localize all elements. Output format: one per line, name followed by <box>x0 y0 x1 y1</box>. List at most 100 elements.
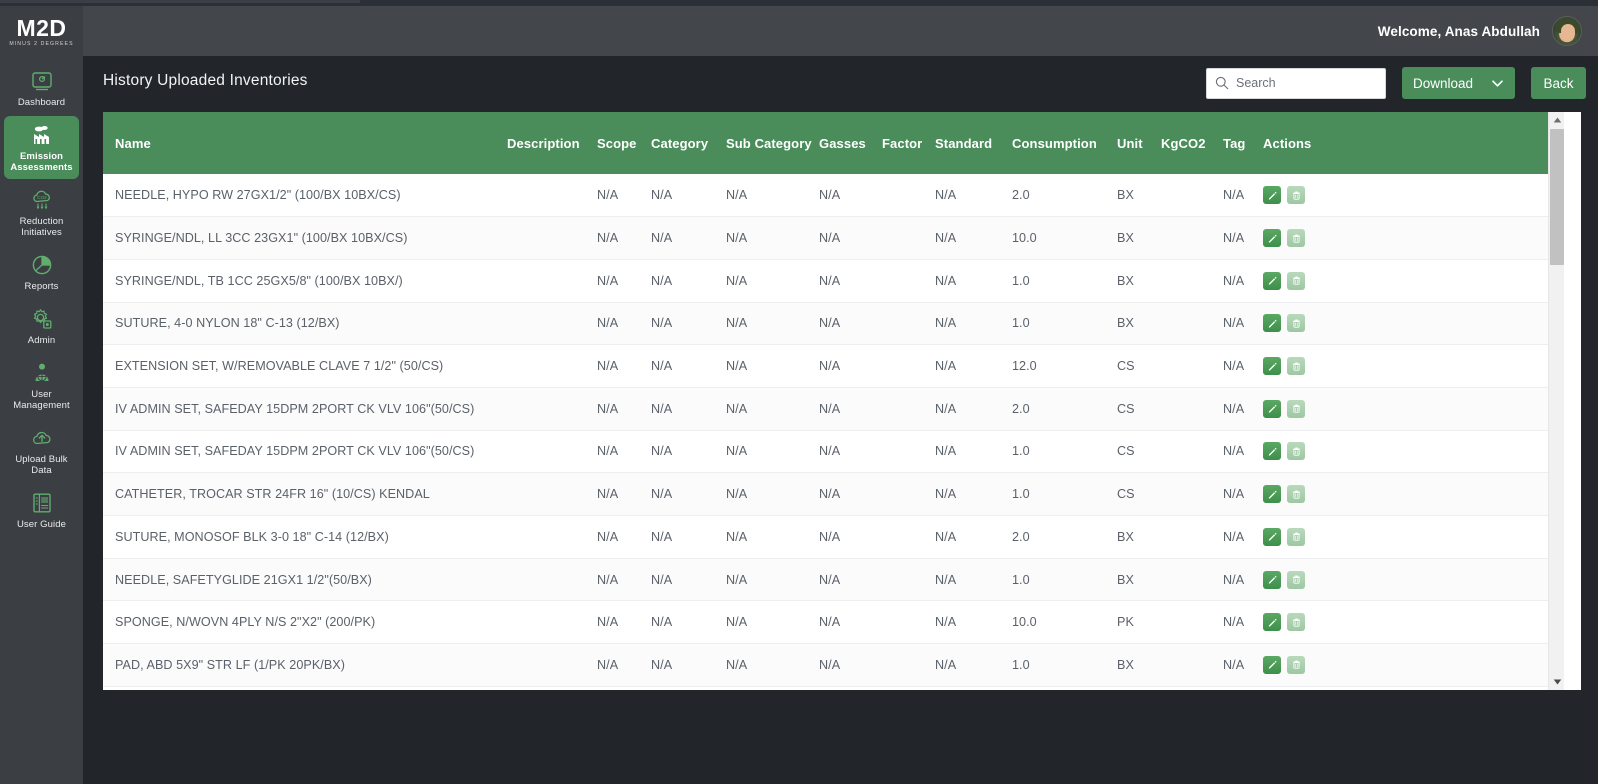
table-row[interactable]: NEEDLE, HYPO RW 27GX1/2" (100/BX 10BX/CS… <box>103 174 1548 218</box>
scrollbar-thumb[interactable] <box>1550 129 1564 265</box>
col-header-factor[interactable]: Factor <box>882 112 935 174</box>
col-header-sub-category[interactable]: Sub Category <box>726 112 819 174</box>
delete-row-button[interactable] <box>1287 655 1305 674</box>
col-header-name[interactable]: Name <box>103 112 507 174</box>
trash-icon <box>1292 618 1300 627</box>
table-row[interactable]: EXTENSION SET, W/REMOVABLE CLAVE 7 1/2" … <box>103 344 1548 388</box>
table-row[interactable]: IV ADMIN SET, SAFEDAY 15DPM 2PORT CK VLV… <box>103 430 1548 474</box>
cell-factor <box>882 174 935 218</box>
cell-kgco2 <box>1161 643 1223 687</box>
edit-row-button[interactable] <box>1263 485 1281 504</box>
cell-kgco2 <box>1161 472 1223 516</box>
cell-consumption: 2.0 <box>1012 387 1117 431</box>
edit-row-button[interactable] <box>1263 271 1281 290</box>
delete-row-button[interactable] <box>1287 570 1305 589</box>
row-action-group <box>1263 655 1548 674</box>
edit-row-button[interactable] <box>1263 186 1281 205</box>
delete-row-button[interactable] <box>1287 527 1305 546</box>
sidebar-item-emission-assessments[interactable]: Emission Assessments <box>4 116 79 179</box>
cell-tag: N/A <box>1223 430 1263 474</box>
cell-actions <box>1263 643 1548 687</box>
cell-sub-category: N/A <box>726 174 819 218</box>
col-header-category[interactable]: Category <box>651 112 726 174</box>
scroll-up-arrow-icon[interactable] <box>1549 112 1565 128</box>
edit-row-button[interactable] <box>1263 613 1281 632</box>
cell-kgco2 <box>1161 558 1223 602</box>
cell-scope: N/A <box>597 216 651 260</box>
back-button[interactable]: Back <box>1531 67 1586 99</box>
brand-logo[interactable]: M2D MINUS 2 DEGREES <box>0 6 83 56</box>
scroll-down-arrow-icon[interactable] <box>1549 674 1565 690</box>
delete-row-button[interactable] <box>1287 357 1305 376</box>
table-row[interactable]: CATHETER, TROCAR STR 24FR 16" (10/CS) KE… <box>103 472 1548 516</box>
edit-row-button[interactable] <box>1263 442 1281 461</box>
edit-row-button[interactable] <box>1263 229 1281 248</box>
cell-sub-category: N/A <box>726 216 819 260</box>
search-box[interactable] <box>1206 67 1386 99</box>
table-row[interactable]: SYRINGE/NDL, LL 3CC 23GX1" (100/BX 10BX/… <box>103 216 1548 260</box>
delete-row-button[interactable] <box>1287 442 1305 461</box>
table-row[interactable]: NEEDLE, SAFETYGLIDE 21GX1 1/2"(50/BX) N/A… <box>103 558 1548 602</box>
col-header-unit[interactable]: Unit <box>1117 112 1161 174</box>
table-row[interactable]: IV ADMIN SET, SAFEDAY 15DPM 2PORT CK VLV… <box>103 387 1548 431</box>
sidebar-item-upload-bulk-data[interactable]: Upload Bulk Data <box>4 419 79 482</box>
cell-name: PAD, ABD 5X9" STR LF (1/PK 20PK/BX) <box>103 643 507 687</box>
sidebar-item-label: Admin <box>27 335 56 346</box>
trash-icon <box>1292 575 1300 584</box>
table-row[interactable]: PAD, ABD 5X9" STR LF (1/PK 20PK/BX) N/A N/… <box>103 643 1548 687</box>
col-header-kgco2[interactable]: KgCO2 <box>1161 112 1223 174</box>
sidebar-item-reports[interactable]: Reports <box>4 246 79 298</box>
cell-category: N/A <box>651 216 726 260</box>
delete-row-button[interactable] <box>1287 229 1305 248</box>
delete-row-button[interactable] <box>1287 613 1305 632</box>
col-header-tag[interactable]: Tag <box>1223 112 1263 174</box>
edit-row-button[interactable] <box>1263 570 1281 589</box>
cell-scope: N/A <box>597 302 651 346</box>
table-row[interactable]: SUTURE, 4-0 NYLON 18" C-13 (12/BX) N/A N/A… <box>103 302 1548 346</box>
cell-sub-category: N/A <box>726 600 819 645</box>
cell-name: SUTURE, MONOSOF BLK 3-0 18" C-14 (12/BX) <box>103 515 507 559</box>
col-header-consumption[interactable]: Consumption <box>1012 112 1117 174</box>
delete-row-button[interactable] <box>1287 186 1305 205</box>
table-row[interactable]: SYRINGE/NDL, TB 1CC 25GX5/8" (100/BX 10B… <box>103 259 1548 303</box>
delete-row-button[interactable] <box>1287 314 1305 333</box>
download-button[interactable]: Download <box>1402 67 1515 99</box>
table-row[interactable]: SUTURE, MONOSOF BLK 3-0 18" C-14 (12/BX)… <box>103 515 1548 559</box>
pencil-icon <box>1268 319 1277 328</box>
brand-name: M2D <box>16 14 67 41</box>
delete-row-button[interactable] <box>1287 271 1305 290</box>
cell-consumption: 1.0 <box>1012 430 1117 474</box>
inventory-table-card: Name Description Scope Category Sub Cate… <box>103 112 1581 690</box>
cloud-upload-icon <box>32 431 50 445</box>
col-header-scope[interactable]: Scope <box>597 112 651 174</box>
edit-row-button[interactable] <box>1263 357 1281 376</box>
page-header: History Uploaded Inventories Download <box>83 56 1598 112</box>
col-header-actions[interactable]: Actions <box>1263 112 1548 174</box>
edit-row-button[interactable] <box>1263 527 1281 546</box>
sidebar-item-user-management[interactable]: User Management <box>4 354 79 417</box>
trash-icon <box>1292 276 1300 285</box>
sidebar-item-admin[interactable]: Admin <box>4 300 79 352</box>
avatar[interactable] <box>1552 16 1582 46</box>
pie-chart-icon <box>32 255 51 275</box>
edit-row-button[interactable] <box>1263 399 1281 418</box>
edit-row-button[interactable] <box>1263 655 1281 674</box>
search-input[interactable] <box>1236 76 1377 90</box>
cell-scope: N/A <box>597 430 651 474</box>
sidebar-item-reduction-initiatives[interactable]: CO2 Reduction Initiatives <box>4 181 79 244</box>
col-header-standard[interactable]: Standard <box>935 112 1012 174</box>
cell-description <box>507 344 597 388</box>
delete-row-button[interactable] <box>1287 399 1305 418</box>
table-row[interactable]: SPONGE, N/WOVN 4PLY N/S 2"X2" (200/PK) N/… <box>103 600 1548 645</box>
sidebar-item-user-guide[interactable]: User Guide <box>4 484 79 536</box>
cell-standard: N/A <box>935 302 1012 346</box>
table-vertical-scrollbar[interactable] <box>1548 112 1564 690</box>
delete-row-button[interactable] <box>1287 485 1305 504</box>
sidebar-item-dashboard[interactable]: Dashboard <box>4 62 79 114</box>
pencil-icon <box>1268 405 1277 413</box>
col-header-gasses[interactable]: Gasses <box>819 112 882 174</box>
sidebar-item-label: User Management <box>13 389 70 411</box>
cell-scope: N/A <box>597 600 651 645</box>
col-header-description[interactable]: Description <box>507 112 597 174</box>
edit-row-button[interactable] <box>1263 314 1281 333</box>
